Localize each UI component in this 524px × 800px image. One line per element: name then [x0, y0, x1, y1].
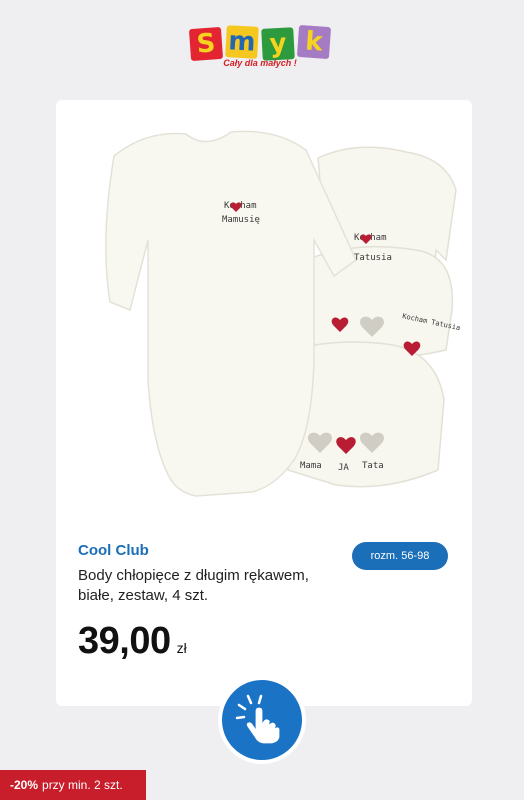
- back3-print-tata: Tata: [362, 461, 384, 471]
- back3-print-ja: JA: [338, 463, 349, 473]
- price-currency: zł: [176, 640, 187, 656]
- product-name[interactable]: Body chłopięce z długim rękawem, białe, …: [78, 566, 338, 606]
- brand-logo[interactable]: S m y k Cały dla małych !: [188, 24, 332, 76]
- tap-button[interactable]: [218, 676, 306, 764]
- promo-banner[interactable]: -20% przy min. 2 szt.: [0, 770, 146, 800]
- front-print-line2: Mamusię: [222, 215, 260, 225]
- product-price: 39,00 zł: [78, 620, 187, 663]
- size-badge: rozm. 56-98: [352, 542, 448, 570]
- product-image[interactable]: Kocham Mamusię Kocham Tatusia Kocham Tat…: [56, 100, 472, 520]
- logo-letter-y: y: [261, 27, 295, 61]
- back1-print-line2: Tatusia: [354, 253, 392, 263]
- price-value: 39,00: [78, 620, 171, 662]
- hand-tap-icon: [235, 694, 281, 745]
- logo-letter-s: S: [188, 26, 224, 62]
- product-brand[interactable]: Cool Club: [78, 542, 149, 559]
- logo-letter-k: k: [296, 24, 332, 60]
- promo-discount: -20%: [10, 778, 39, 792]
- product-card[interactable]: Kocham Mamusię Kocham Tatusia Kocham Tat…: [56, 100, 472, 706]
- back3-print-mama: Mama: [300, 461, 322, 471]
- logo-letter-m: m: [225, 25, 259, 59]
- promo-condition: przy min. 2 szt.: [42, 778, 123, 792]
- logo-tagline: Cały dla małych !: [223, 58, 297, 68]
